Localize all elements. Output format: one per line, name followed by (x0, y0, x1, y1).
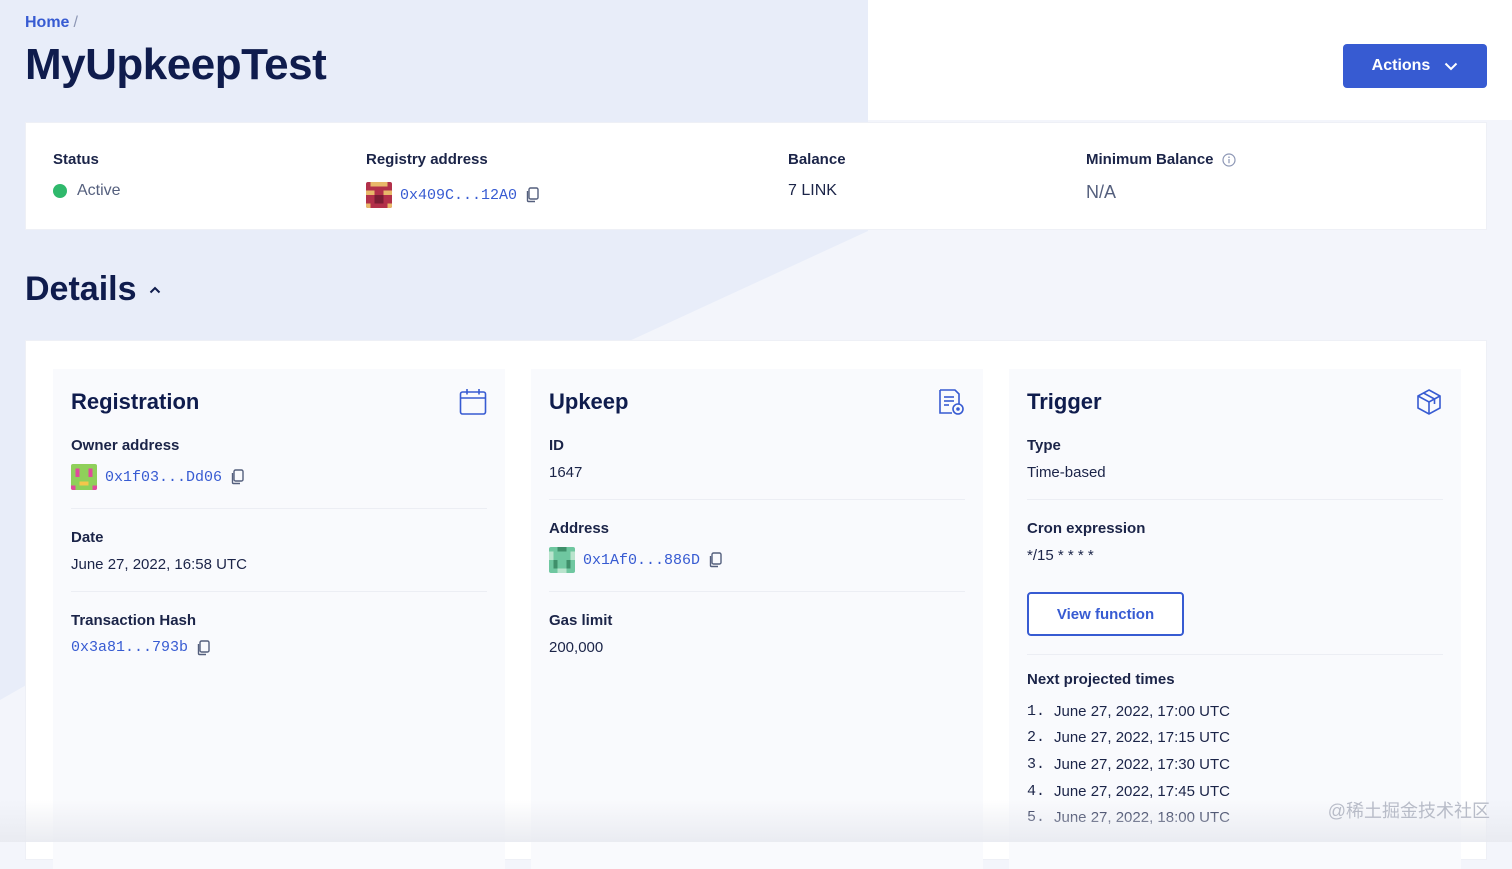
upkeep-id-field: ID 1647 (549, 437, 965, 481)
date-label: Date (71, 529, 104, 546)
breadcrumb-separator: / (73, 14, 78, 31)
trigger-type-field: Type Time-based (1027, 437, 1443, 481)
upkeep-card: Upkeep ID 1647 Address 0x1Af0...886D Gas… (531, 369, 983, 869)
trigger-title: Trigger (1027, 389, 1102, 414)
owner-address-field: Owner address 0x1f03...Dd06 (71, 437, 487, 490)
upkeep-address-label: Address (549, 520, 610, 537)
transaction-hash-label: Transaction Hash (71, 612, 197, 629)
status-dot-icon (53, 184, 67, 198)
divider (71, 508, 487, 509)
list-item: 1. June 27, 2022, 17:00 UTC (1027, 698, 1443, 725)
upkeep-id-value: 1647 (549, 464, 583, 481)
chevron-up-icon[interactable] (149, 286, 161, 294)
breadcrumb-home-link[interactable]: Home (25, 14, 69, 31)
divider (1027, 654, 1443, 655)
balance-column: Balance 7 LINK (788, 151, 846, 200)
page-title: MyUpkeepTest (25, 40, 327, 89)
info-icon[interactable] (1221, 152, 1236, 167)
upkeep-address-field: Address 0x1Af0...886D (549, 520, 965, 573)
divider (1027, 499, 1443, 500)
minimum-balance-label: Minimum Balance (1086, 151, 1214, 168)
registry-address-row: 0x409C...12A0 (366, 182, 539, 208)
breadcrumb: Home / (25, 14, 78, 32)
details-panel: Registration Owner address 0x1f03...Dd06… (25, 340, 1487, 869)
upkeep-address-link[interactable]: 0x1Af0...886D (583, 552, 700, 569)
trigger-card: Trigger Type Time-based Cron expression … (1009, 369, 1461, 869)
cube-icon (1417, 389, 1441, 415)
registration-title: Registration (71, 389, 200, 414)
copy-icon[interactable] (196, 639, 210, 656)
divider (549, 591, 965, 592)
details-heading-label: Details (25, 270, 137, 308)
divider (71, 591, 487, 592)
list-item-number: 5. (1027, 809, 1046, 827)
copy-icon[interactable] (230, 469, 244, 485)
list-item-number: 3. (1027, 755, 1046, 773)
gas-limit-label: Gas limit (549, 612, 613, 629)
list-item: 2. June 27, 2022, 17:15 UTC (1027, 725, 1443, 752)
registry-avatar-icon (366, 182, 392, 208)
trigger-type-label: Type (1027, 437, 1061, 454)
list-item-time: June 27, 2022, 17:00 UTC (1054, 702, 1230, 720)
list-item-time: June 27, 2022, 17:45 UTC (1054, 782, 1230, 800)
upkeep-summary-panel: Status Active Registry address 0x409C...… (25, 122, 1487, 230)
owner-avatar-icon (71, 464, 97, 490)
chevron-down-icon (1445, 62, 1458, 70)
list-item-time: June 27, 2022, 18:00 UTC (1054, 809, 1230, 827)
actions-button[interactable]: Actions (1343, 44, 1487, 88)
minimum-balance-label-row: Minimum Balance (1086, 151, 1236, 168)
divider (549, 499, 965, 500)
list-item-number: 2. (1027, 729, 1046, 747)
upkeep-address-row: 0x1Af0...886D (549, 547, 965, 573)
upkeep-avatar-icon (549, 547, 575, 573)
copy-icon[interactable] (525, 187, 539, 203)
cron-expression-field: Cron expression */15 * * * * (1027, 520, 1443, 564)
trigger-type-value: Time-based (1027, 464, 1106, 481)
registry-address-link[interactable]: 0x409C...12A0 (400, 187, 517, 204)
registration-card: Registration Owner address 0x1f03...Dd06… (53, 369, 505, 869)
owner-address-row: 0x1f03...Dd06 (71, 464, 487, 490)
upkeep-id-label: ID (549, 437, 564, 454)
minimum-balance-column: Minimum Balance N/A (1086, 151, 1236, 203)
minimum-balance-value: N/A (1086, 182, 1117, 202)
gas-limit-value: 200,000 (549, 639, 604, 656)
balance-label: Balance (788, 151, 846, 168)
status-label: Status (53, 151, 99, 168)
document-settings-icon (939, 389, 964, 415)
balance-value: 7 LINK (788, 182, 837, 199)
gas-limit-field: Gas limit 200,000 (549, 612, 965, 656)
upkeep-title: Upkeep (549, 389, 629, 414)
actions-button-label: Actions (1371, 57, 1431, 74)
list-item-number: 1. (1027, 702, 1046, 720)
owner-address-link[interactable]: 0x1f03...Dd06 (105, 469, 222, 486)
status-value: Active (77, 182, 121, 199)
next-projected-times-label: Next projected times (1027, 671, 1175, 688)
registry-address-column: Registry address 0x409C...12A0 (366, 151, 539, 208)
owner-address-label: Owner address (71, 437, 180, 454)
transaction-hash-link[interactable]: 0x3a81...793b (71, 639, 188, 656)
cron-expression-label: Cron expression (1027, 520, 1146, 537)
cron-expression-value: */15 * * * * (1027, 547, 1094, 564)
date-value: June 27, 2022, 16:58 UTC (71, 556, 247, 573)
view-function-button[interactable]: View function (1027, 592, 1184, 636)
status-value-row: Active (53, 182, 121, 200)
registry-address-label: Registry address (366, 151, 488, 168)
status-column: Status Active (53, 151, 121, 200)
calendar-icon (459, 389, 487, 415)
watermark: @稀土掘金技术社区 (1327, 801, 1490, 821)
copy-icon[interactable] (708, 552, 722, 568)
list-item-number: 4. (1027, 782, 1046, 800)
list-item-time: June 27, 2022, 17:15 UTC (1054, 729, 1230, 747)
details-heading[interactable]: Details (25, 270, 161, 309)
list-item: 3. June 27, 2022, 17:30 UTC (1027, 751, 1443, 778)
transaction-hash-field: Transaction Hash 0x3a81...793b (71, 612, 487, 656)
list-item-time: June 27, 2022, 17:30 UTC (1054, 755, 1230, 773)
date-field: Date June 27, 2022, 16:58 UTC (71, 529, 487, 573)
transaction-hash-row: 0x3a81...793b (71, 639, 487, 656)
